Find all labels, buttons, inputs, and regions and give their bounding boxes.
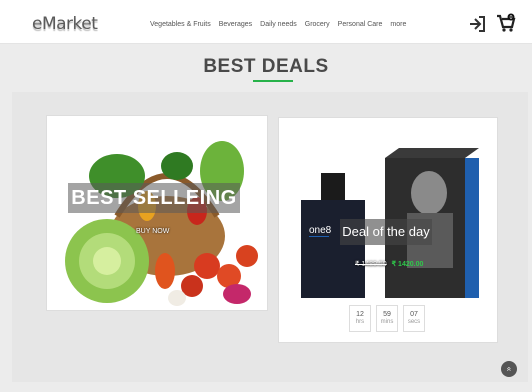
nav-item-more[interactable]: more bbox=[390, 21, 406, 28]
cart-icon[interactable]: 0 bbox=[496, 13, 516, 33]
title-underline bbox=[253, 80, 293, 82]
cart-count-badge: 0 bbox=[510, 15, 513, 21]
countdown-minutes: 59 mins bbox=[376, 305, 398, 332]
chevron-double-up-icon[interactable]: » bbox=[501, 361, 517, 377]
main-nav: Vegetables & Fruits Beverages Daily need… bbox=[150, 21, 406, 28]
bottle-brand-label: one8 bbox=[309, 225, 332, 236]
best-selling-card[interactable] bbox=[46, 115, 268, 311]
nav-item-personal-care[interactable]: Personal Care bbox=[338, 21, 383, 28]
countdown-hours: 12 hrs bbox=[349, 305, 371, 332]
old-price: ₹ 1489.50 bbox=[355, 261, 387, 268]
countdown-timer: 12 hrs 59 mins 07 secs bbox=[349, 305, 425, 332]
perfume-product-image: one8 bbox=[301, 148, 479, 298]
new-price: ₹ 1420.00 bbox=[391, 261, 424, 268]
nav-item-beverages[interactable]: Beverages bbox=[219, 21, 252, 28]
site-logo[interactable]: eMarket bbox=[32, 14, 98, 34]
top-header: eMarket Vegetables & Fruits Beverages Da… bbox=[0, 0, 532, 44]
countdown-seconds: 07 secs bbox=[403, 305, 425, 332]
nav-item-vegetables-fruits[interactable]: Vegetables & Fruits bbox=[150, 21, 211, 28]
buy-now-button[interactable]: BUY NOW bbox=[136, 228, 169, 235]
vegetable-basket-image bbox=[47, 116, 267, 310]
nav-item-daily-needs[interactable]: Daily needs bbox=[260, 21, 297, 28]
deal-of-day-banner: Deal of the day bbox=[340, 219, 432, 245]
login-icon[interactable] bbox=[469, 16, 485, 32]
section-title: BEST DEALS bbox=[203, 56, 329, 77]
price-row: ₹ 1489.50 ₹ 1420.00 bbox=[355, 260, 423, 268]
nav-item-grocery[interactable]: Grocery bbox=[305, 21, 330, 28]
best-selling-banner: BEST SELLEING bbox=[68, 183, 240, 213]
